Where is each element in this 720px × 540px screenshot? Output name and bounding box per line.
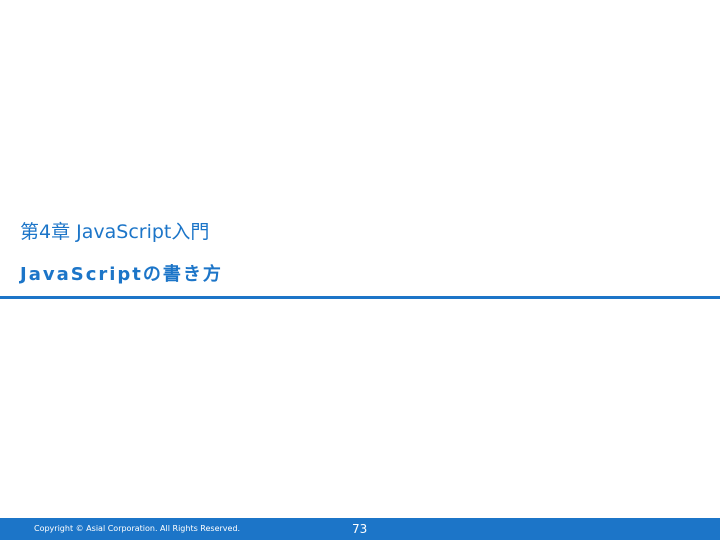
- section-title: JavaScriptの書き方: [20, 264, 223, 285]
- footer-bar: Copyright © Asial Corporation. All Right…: [0, 518, 720, 540]
- page-number: 73: [352, 522, 368, 536]
- slide: 第4章 JavaScript入門 JavaScriptの書き方 Copyrigh…: [0, 0, 720, 540]
- chapter-title: 第4章 JavaScript入門: [20, 221, 210, 243]
- title-divider: [0, 296, 720, 299]
- copyright-text: Copyright © Asial Corporation. All Right…: [34, 524, 241, 533]
